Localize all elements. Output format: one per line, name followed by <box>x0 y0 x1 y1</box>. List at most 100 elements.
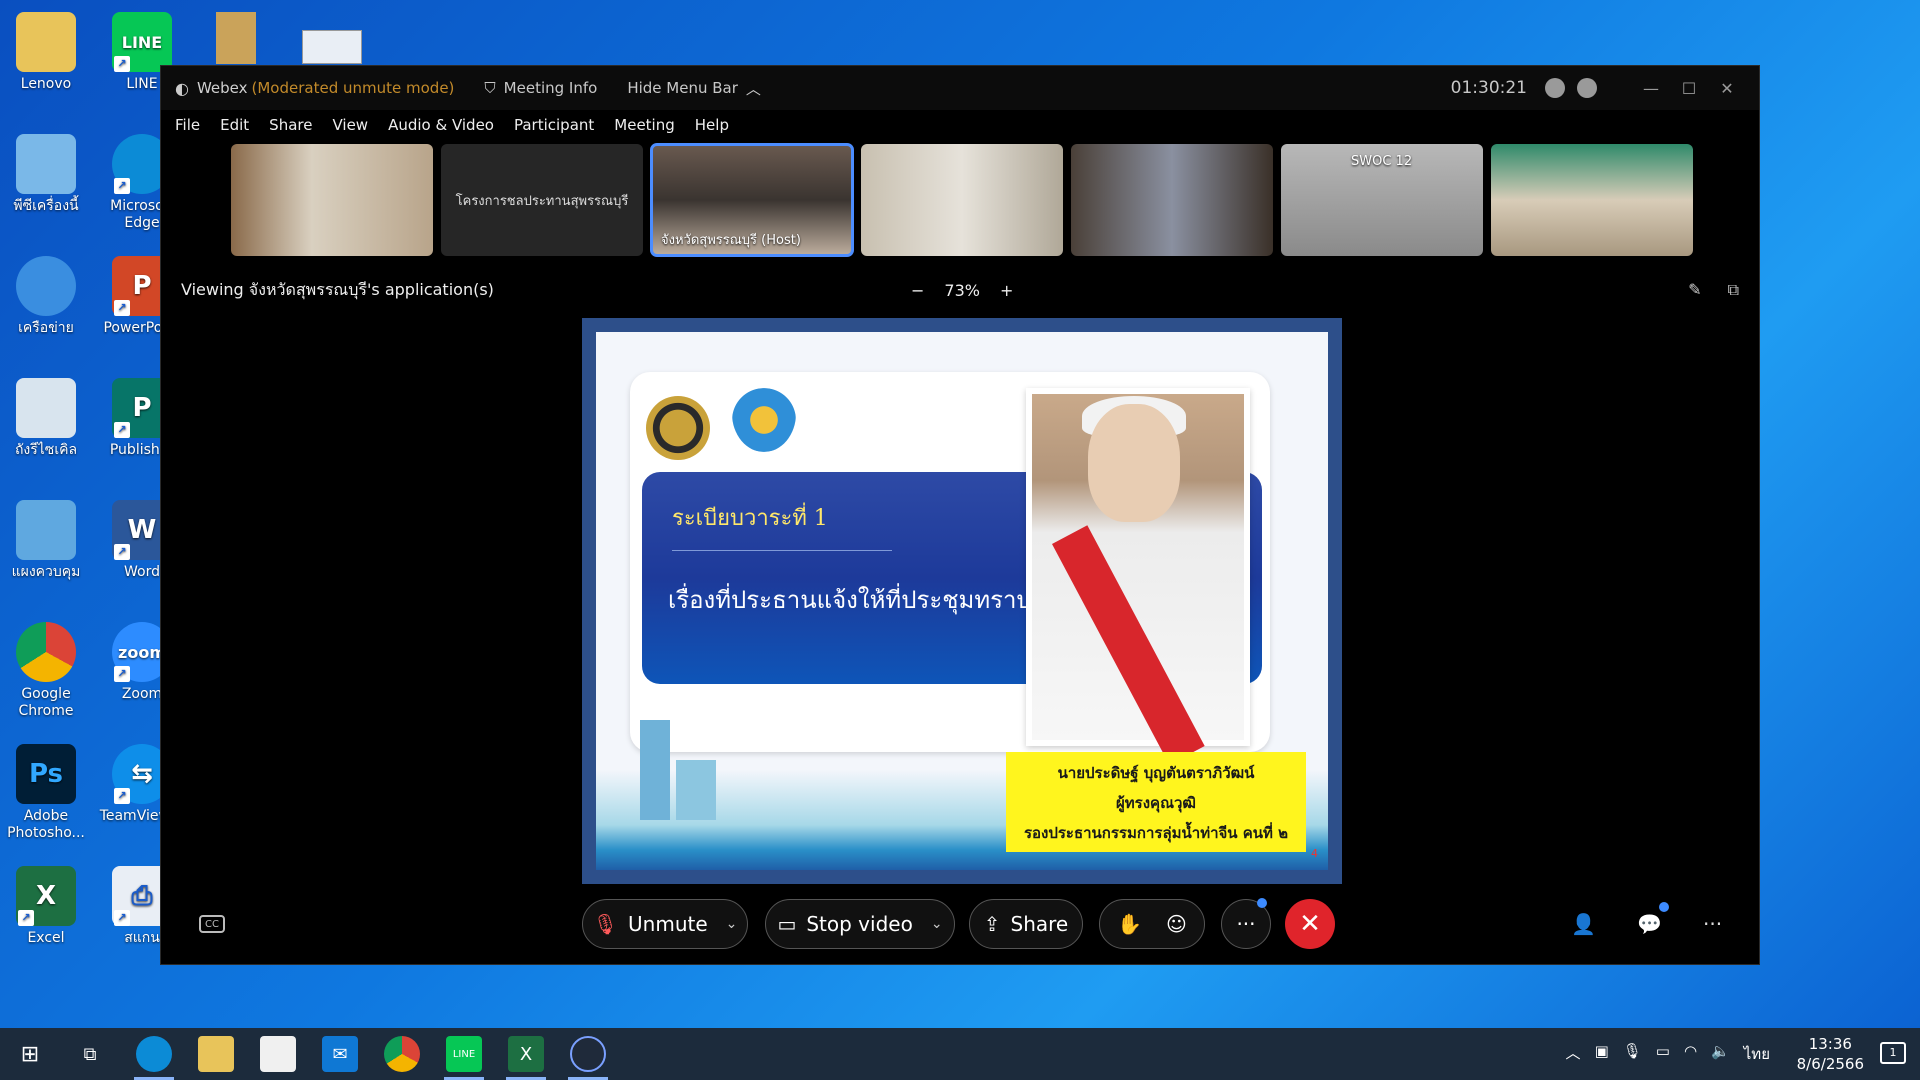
agenda-title: เรื่องที่ประธานแจ้งให้ที่ประชุมทราบ <box>668 586 1032 614</box>
more-panels-button[interactable]: ··· <box>1703 912 1722 936</box>
input-language[interactable]: ไทย <box>1744 1042 1770 1066</box>
desktop-icon-photoshop[interactable]: Ps Adobe Photosho... <box>0 744 92 842</box>
maximize-button[interactable]: ☐ <box>1671 79 1707 98</box>
line-app-icon: LINE ↗ <box>112 12 172 72</box>
chat-icon[interactable]: 💬 <box>1637 912 1662 936</box>
menu-help[interactable]: Help <box>695 116 729 134</box>
viewing-label: Viewing จังหวัดสุพรรณบุรี's application(… <box>181 279 494 299</box>
webex-window: ◐ Webex (Moderated unmute mode) ⛉ Meetin… <box>160 65 1760 965</box>
reaction-smile-icon[interactable]: ☺ <box>1166 912 1187 936</box>
meeting-timer: 01:30:21 <box>1450 78 1527 98</box>
participant-video-1[interactable] <box>231 144 433 256</box>
app-name: Webex <box>196 79 248 97</box>
taskbar-line-icon[interactable]: LINE <box>446 1036 482 1072</box>
notification-center-icon[interactable]: 1 <box>1880 1042 1906 1064</box>
computer-icon <box>16 134 76 194</box>
meeting-info-button[interactable]: ⛉ Meeting Info <box>484 79 597 97</box>
closed-captions-button[interactable]: CC <box>199 915 225 933</box>
mail-icon[interactable]: ✉ <box>322 1036 358 1072</box>
participant-video-host[interactable]: จังหวัดสุพรรณบุรี (Host) <box>650 143 854 257</box>
folder-icon <box>16 12 76 72</box>
chevron-down-icon[interactable]: ⌄ <box>726 916 738 932</box>
network-globe-icon <box>16 256 76 316</box>
menu-audio-video[interactable]: Audio & Video <box>388 116 494 134</box>
notification-dot <box>1257 898 1267 908</box>
battery-icon[interactable]: ▭ <box>1656 1042 1670 1066</box>
annotate-icon[interactable]: ✎ <box>1688 280 1701 300</box>
task-view-icon[interactable]: ⧉ <box>72 1036 108 1072</box>
desktop-spreadsheet-icon[interactable] <box>302 30 362 64</box>
taskbar-webex-icon[interactable] <box>570 1036 606 1072</box>
minimize-button[interactable]: — <box>1633 79 1669 98</box>
raise-hand-icon[interactable]: ✋ <box>1117 912 1142 936</box>
share-screen-icon: ⇪ <box>983 912 1001 936</box>
meeting-mode: (Moderated unmute mode) <box>251 79 455 97</box>
divider <box>672 550 892 551</box>
participant-video-7[interactable] <box>1491 144 1693 256</box>
slide-canvas: ระเบียบวาระที่ 1 เรื่องที่ประธานแจ้งให้ท… <box>596 332 1328 870</box>
taskbar-excel-icon[interactable]: X <box>508 1036 544 1072</box>
taskbar: ⊞ ⧉ ✉ LINE X ︿ ▣ 🎙 ▭ ◠ 🔈 ไทย 13:36 8/6/2… <box>0 1028 1920 1080</box>
desktop-icon-network[interactable]: เครือข่าย <box>0 256 92 337</box>
microphone-icon[interactable]: 🎙 <box>1623 1042 1642 1066</box>
windows-start-icon[interactable]: ⊞ <box>12 1036 48 1072</box>
share-button[interactable]: ⇪ Share <box>969 899 1083 949</box>
title-bar: ◐ Webex (Moderated unmute mode) ⛉ Meetin… <box>161 66 1759 110</box>
participant-video-4[interactable] <box>861 144 1063 256</box>
meeting-controls: CC 🎙 Unmute ⌄ ▭ Stop video ⌄ ⇪ Share ✋ ☺… <box>161 884 1759 964</box>
pop-out-share-icon[interactable]: ⧉ <box>1728 280 1739 300</box>
menu-file[interactable]: File <box>175 116 200 134</box>
recycle-bin-icon <box>16 378 76 438</box>
participant-video-5[interactable] <box>1071 144 1273 256</box>
desktop-icon-recycle-bin[interactable]: ถังรีไซเคิล <box>0 378 92 459</box>
file-explorer-icon[interactable] <box>198 1036 234 1072</box>
zoom-out-button[interactable]: − <box>911 281 924 300</box>
agenda-subtitle: ระเบียบวาระที่ 1 <box>672 506 828 531</box>
desktop-icon-lenovo[interactable]: Lenovo <box>0 12 92 93</box>
portrait-photo <box>1026 388 1250 765</box>
close-window-button[interactable]: ✕ <box>1709 79 1745 98</box>
participants-icon[interactable]: 👤 <box>1571 912 1596 936</box>
taskbar-chrome-icon[interactable] <box>384 1036 420 1072</box>
end-meeting-button[interactable]: ✕ <box>1285 899 1335 949</box>
desktop-icon-excel[interactable]: X ↗ Excel <box>0 866 92 947</box>
taskbar-edge-icon[interactable] <box>136 1036 172 1072</box>
hide-menu-bar-button[interactable]: Hide Menu Bar ︿ <box>627 78 761 99</box>
menu-share[interactable]: Share <box>269 116 312 134</box>
viewing-bar: Viewing จังหวัดสุพรรณบุรี's application(… <box>161 264 1759 316</box>
menu-edit[interactable]: Edit <box>220 116 249 134</box>
photoshop-icon: Ps <box>16 744 76 804</box>
speaker-caption: นายประดิษฐ์ บุญตันตราภิวัฒน์ ผู้ทรงคุณวุ… <box>1006 752 1306 852</box>
desktop-icon-chrome[interactable]: Google Chrome <box>0 622 92 720</box>
chevron-up-icon: ︿ <box>745 79 761 98</box>
taskbar-clock[interactable]: 13:36 8/6/2566 <box>1797 1034 1864 1074</box>
wifi-icon[interactable]: ◠ <box>1684 1042 1697 1066</box>
chevron-up-icon[interactable]: ︿ <box>1566 1042 1581 1066</box>
desktop-icon-control-panel[interactable]: แผงควบคุม <box>0 500 92 581</box>
chrome-icon <box>16 622 76 682</box>
participant-strip: โครงการชลประทานสุพรรณบุรี จังหวัดสุพรรณบ… <box>161 143 1759 257</box>
chat-notification-dot <box>1659 902 1669 912</box>
participant-video-6[interactable]: SWOC 12 <box>1281 144 1483 256</box>
webex-logo-icon: ◐ <box>175 78 189 98</box>
recording-icon[interactable] <box>1545 78 1565 98</box>
meet-now-icon[interactable]: ▣ <box>1595 1042 1609 1066</box>
zoom-control: − 73% + <box>911 281 1013 300</box>
shield-icon: ⛉ <box>484 79 496 97</box>
chevron-down-icon[interactable]: ⌄ <box>931 916 943 932</box>
menu-view[interactable]: View <box>332 116 368 134</box>
menu-bar: File Edit Share View Audio & Video Parti… <box>161 110 1759 140</box>
stop-video-button[interactable]: ▭ Stop video ⌄ <box>765 899 955 949</box>
volume-icon[interactable]: 🔈 <box>1711 1042 1730 1066</box>
desktop-icon-this-pc[interactable]: พีซีเครื่องนี้ <box>0 134 92 215</box>
zoom-in-button[interactable]: + <box>1000 281 1013 300</box>
menu-participant[interactable]: Participant <box>514 116 594 134</box>
network-stats-icon[interactable] <box>1577 78 1597 98</box>
zoom-level: 73% <box>944 280 980 300</box>
participant-video-2[interactable]: โครงการชลประทานสุพรรณบุรี <box>441 144 643 256</box>
microsoft-store-icon[interactable] <box>260 1036 296 1072</box>
desktop-file-icon[interactable] <box>216 12 256 64</box>
shared-content: ระเบียบวาระที่ 1 เรื่องที่ประธานแจ้งให้ท… <box>582 318 1342 884</box>
unmute-button[interactable]: 🎙 Unmute ⌄ <box>582 899 748 949</box>
menu-meeting[interactable]: Meeting <box>614 116 674 134</box>
